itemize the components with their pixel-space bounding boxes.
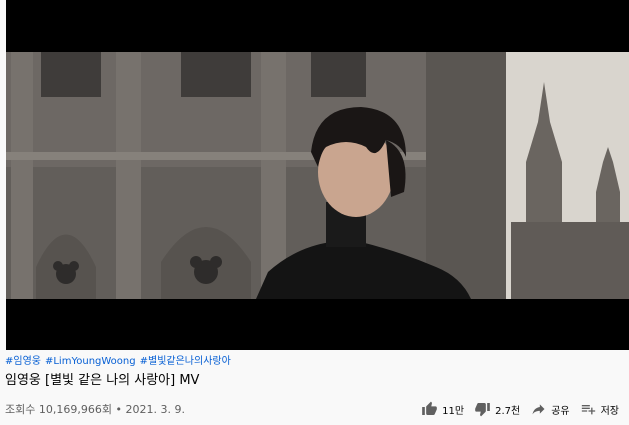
like-count: 11만	[442, 405, 465, 417]
video-frame[interactable]	[6, 52, 629, 299]
hashtag-list: #임영웅 #LimYoungWoong #별빛같은나의사랑아	[5, 354, 625, 369]
meta-separator: •	[115, 403, 122, 416]
save-button[interactable]: 저장	[580, 401, 619, 417]
cathedral-scene	[6, 52, 629, 299]
video-info: #임영웅 #LimYoungWoong #별빛같은나의사랑아 임영웅 [별빛 같은 …	[5, 354, 625, 390]
hashtag-link[interactable]: #별빛같은나의사랑아	[140, 356, 231, 367]
upload-date: 2021. 3. 9.	[125, 403, 185, 416]
view-count-date: 조회수 10,169,966회 • 2021. 3. 9.	[5, 401, 185, 417]
like-button[interactable]: 11만	[421, 401, 464, 417]
video-player[interactable]	[6, 0, 629, 350]
action-bar: 11만 2.7천 공유 저장	[411, 398, 619, 420]
video-meta-row: 조회수 10,169,966회 • 2021. 3. 9. 11만 2.7천 공…	[5, 398, 625, 420]
video-title: 임영웅 [별빛 같은 나의 사랑아] MV	[5, 373, 200, 388]
share-arrow-icon	[532, 404, 545, 415]
save-label: 저장	[600, 405, 619, 417]
dislike-button[interactable]: 2.7천	[474, 401, 520, 417]
hashtag-link[interactable]: #임영웅	[5, 356, 41, 367]
playlist-add-icon	[581, 405, 595, 415]
thumbs-up-icon	[422, 401, 437, 415]
dislike-count: 2.7천	[495, 405, 521, 417]
view-count: 조회수 10,169,966회	[5, 403, 112, 416]
thumbs-down-icon	[475, 403, 490, 417]
share-button[interactable]: 공유	[530, 401, 570, 417]
share-label: 공유	[551, 405, 570, 417]
hashtag-link[interactable]: #LimYoungWoong	[45, 356, 136, 367]
